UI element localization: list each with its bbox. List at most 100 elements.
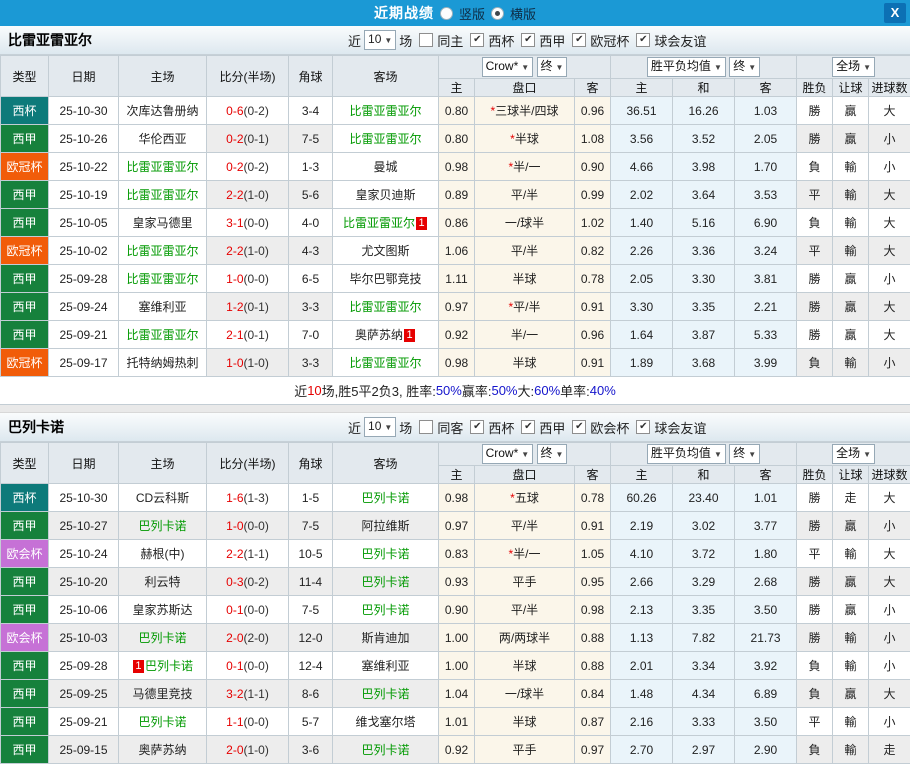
handicap-cell: *平/半: [475, 293, 575, 321]
avg-draw-cell: 3.35: [673, 596, 735, 624]
same-venue-checkbox[interactable]: [419, 33, 433, 47]
competition-checkbox[interactable]: [470, 33, 484, 47]
avg-away-cell: 1.80: [735, 540, 797, 568]
competition-checkbox[interactable]: [470, 420, 484, 434]
avg-away-cell: 2.68: [735, 568, 797, 596]
away-odds-cell: 0.91: [575, 349, 611, 377]
match-row: 西甲25-09-28比雷亚雷亚尔1-0(0-0)6-5毕尔巴鄂竞技1.11半球0…: [1, 265, 910, 293]
avg-home-cell: 2.02: [611, 181, 673, 209]
home-odds-cell: 1.00: [439, 624, 475, 652]
matches-table: 类型日期主场比分(半场)角球客场Crow* 终胜平负均值 终全场主盘口客主和客胜…: [0, 442, 910, 764]
competition-checkbox[interactable]: [521, 420, 535, 434]
vertical-layout-label[interactable]: 竖版: [459, 4, 485, 23]
avg-home-cell: 4.66: [611, 153, 673, 181]
avg-draw-cell: 3.64: [673, 181, 735, 209]
avg-state-select[interactable]: 终: [729, 57, 760, 77]
competition-checkbox[interactable]: [636, 33, 650, 47]
score-cell: 2-2(1-0): [207, 237, 289, 265]
match-date-cell: 25-09-21: [49, 321, 119, 349]
scope-select[interactable]: 全场: [832, 57, 875, 77]
handicap-text: 半球: [515, 132, 539, 146]
match-count-select[interactable]: 10: [364, 30, 396, 50]
away-team-cell: 比雷亚雷亚尔: [333, 349, 439, 377]
away-team-cell: 塞维利亚: [333, 652, 439, 680]
avg-state-select[interactable]: 终: [729, 444, 760, 464]
result-goals-cell: 小: [869, 708, 910, 736]
corner-cell: 10-5: [289, 540, 333, 568]
fulltime-score: 1-1: [226, 715, 243, 729]
same-venue-label: 同主: [437, 31, 463, 50]
column-header: 主场: [119, 443, 207, 484]
bookmaker-select[interactable]: Crow*: [482, 444, 534, 464]
home-team-cell: 奥萨苏纳: [119, 736, 207, 764]
avg-away-cell: 3.24: [735, 237, 797, 265]
match-row: 西甲25-09-15奥萨苏纳2-0(1-0)3-6巴列卡诺0.92平手0.972…: [1, 736, 910, 764]
away-team-cell: 奥萨苏纳1: [333, 321, 439, 349]
avg-select[interactable]: 胜平负均值: [647, 57, 726, 77]
corner-cell: 5-6: [289, 181, 333, 209]
handicap-odds-group: Crow* 终: [439, 443, 611, 466]
team-name-text: 阿拉维斯: [361, 519, 409, 533]
subcolumn-header: 胜负: [797, 79, 833, 97]
home-team-cell: 比雷亚雷亚尔: [119, 181, 207, 209]
competition-checkbox[interactable]: [521, 33, 535, 47]
subcolumn-header: 客: [575, 466, 611, 484]
vertical-layout-radio[interactable]: [440, 7, 453, 20]
result-handicap-cell: 輸: [833, 652, 869, 680]
competition-checkbox[interactable]: [636, 420, 650, 434]
close-button[interactable]: X: [884, 3, 906, 23]
match-type-cell: 西甲: [1, 736, 49, 764]
column-header: 比分(半场): [207, 443, 289, 484]
corner-cell: 3-6: [289, 736, 333, 764]
avg-select[interactable]: 胜平负均值: [647, 444, 726, 464]
corner-cell: 11-4: [289, 568, 333, 596]
handicap-cell: 平/半: [475, 512, 575, 540]
halftime-score: (1-0): [244, 244, 269, 258]
odds-state-select[interactable]: 终: [537, 444, 568, 464]
bookmaker-select[interactable]: Crow*: [482, 57, 534, 77]
match-row: 欧冠杯25-10-02比雷亚雷亚尔2-2(1-0)4-3尤文图斯1.06平/半0…: [1, 237, 910, 265]
corner-cell: 1-5: [289, 484, 333, 512]
away-team-cell: 皇家贝迪斯: [333, 181, 439, 209]
filter-bar: 近10场同主西杯西甲欧冠杯球会友谊: [348, 30, 706, 50]
home-team-cell: 赫根(中): [119, 540, 207, 568]
corner-cell: 7-5: [289, 125, 333, 153]
away-team-cell: 巴列卡诺: [333, 596, 439, 624]
away-odds-cell: 0.87: [575, 708, 611, 736]
competition-checkbox[interactable]: [572, 33, 586, 47]
horizontal-layout-radio[interactable]: [491, 7, 504, 20]
avg-away-cell: 5.33: [735, 321, 797, 349]
team-section-header: 比雷亚雷亚尔近10场同主西杯西甲欧冠杯球会友谊: [0, 26, 910, 55]
competition-checkbox[interactable]: [572, 420, 586, 434]
fulltime-score: 0-2: [226, 160, 243, 174]
scope-select[interactable]: 全场: [832, 444, 875, 464]
handicap-cell: *半球: [475, 125, 575, 153]
same-venue-checkbox[interactable]: [419, 420, 433, 434]
halftime-score: (1-1): [244, 547, 269, 561]
handicap-cell: 平/半: [475, 237, 575, 265]
near-label: 近: [348, 31, 361, 50]
result-goals-cell: 小: [869, 512, 910, 540]
match-date-cell: 25-10-24: [49, 540, 119, 568]
result-group: 全场: [797, 443, 910, 466]
team-name-text: 巴列卡诺: [361, 603, 409, 617]
horizontal-layout-label[interactable]: 横版: [510, 4, 536, 23]
column-header: 角球: [289, 443, 333, 484]
result-handicap-cell: 贏: [833, 321, 869, 349]
subcolumn-header: 客: [735, 466, 797, 484]
handicap-cell: 半球: [475, 708, 575, 736]
match-date-cell: 25-10-30: [49, 484, 119, 512]
avg-draw-cell: 3.34: [673, 652, 735, 680]
score-cell: 2-2(1-0): [207, 181, 289, 209]
odds-state-select[interactable]: 终: [537, 57, 568, 77]
team-name: 巴列卡诺: [8, 417, 64, 437]
halftime-score: (0-0): [244, 659, 269, 673]
subcolumn-header: 客: [575, 79, 611, 97]
result-wdl-cell: 負: [797, 153, 833, 181]
games-label: 场: [399, 418, 412, 437]
corner-cell: 5-7: [289, 708, 333, 736]
match-count-select[interactable]: 10: [364, 417, 396, 437]
result-goals-cell: 走: [869, 736, 910, 764]
avg-draw-cell: 3.87: [673, 321, 735, 349]
column-header: 类型: [1, 56, 49, 97]
